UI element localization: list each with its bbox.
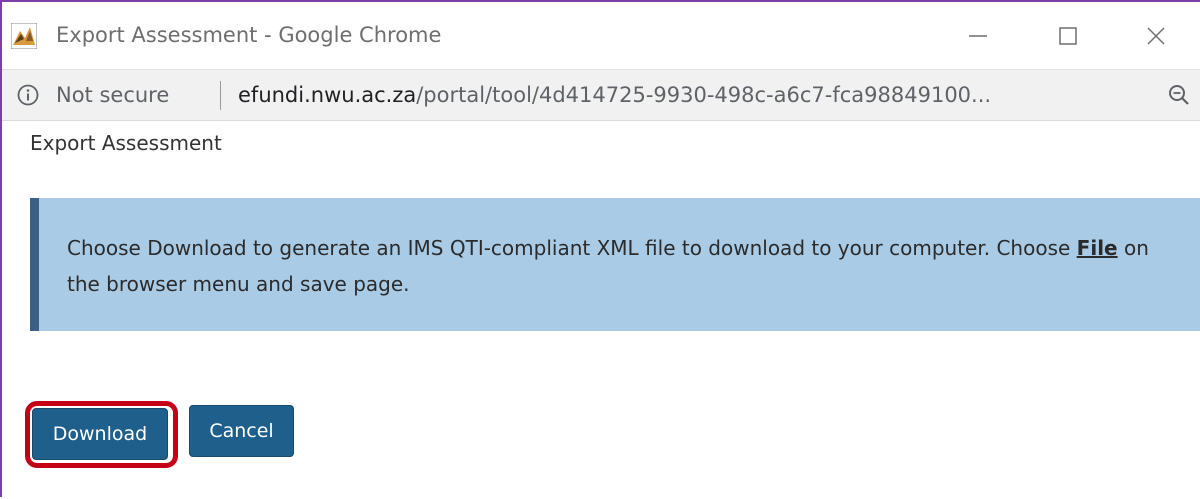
minimize-icon (969, 34, 987, 37)
sakai-logo-icon (11, 23, 37, 49)
maximize-icon (1059, 26, 1077, 45)
file-keyword: File (1076, 236, 1118, 260)
url-field[interactable]: efundi.nwu.ac.za/portal/tool/4d414725-99… (238, 70, 1138, 120)
window-title: Export Assessment - Google Chrome (56, 23, 442, 47)
address-divider (220, 81, 221, 110)
page-content: Export Assessment Choose Download to gen… (2, 121, 1200, 499)
url-domain: efundi.nwu.ac.za (238, 83, 417, 107)
zoom-icon[interactable] (1166, 82, 1192, 108)
security-status[interactable]: Not secure (56, 70, 169, 120)
title-bar: Export Assessment - Google Chrome (2, 2, 1200, 69)
page-title: Export Assessment (30, 131, 222, 155)
download-button[interactable]: Download (32, 408, 168, 460)
maximize-button[interactable] (1038, 2, 1098, 69)
instructions-text-start: Choose Download to generate an IMS QTI-c… (67, 236, 1077, 260)
instructions-panel: Choose Download to generate an IMS QTI-c… (30, 198, 1200, 331)
cancel-button[interactable]: Cancel (189, 405, 294, 457)
url-path: /portal/tool/4d414725-9930-498c-a6c7-fca… (416, 83, 992, 107)
minimize-button[interactable] (948, 2, 1008, 69)
info-icon[interactable] (16, 83, 40, 107)
instructions-text: Choose Download to generate an IMS QTI-c… (67, 230, 1187, 302)
close-icon (1147, 26, 1165, 45)
browser-window: Export Assessment - Google Chrome Not se… (0, 0, 1200, 497)
close-button[interactable] (1126, 2, 1186, 69)
address-bar[interactable]: Not secure efundi.nwu.ac.za/portal/tool/… (2, 69, 1200, 121)
